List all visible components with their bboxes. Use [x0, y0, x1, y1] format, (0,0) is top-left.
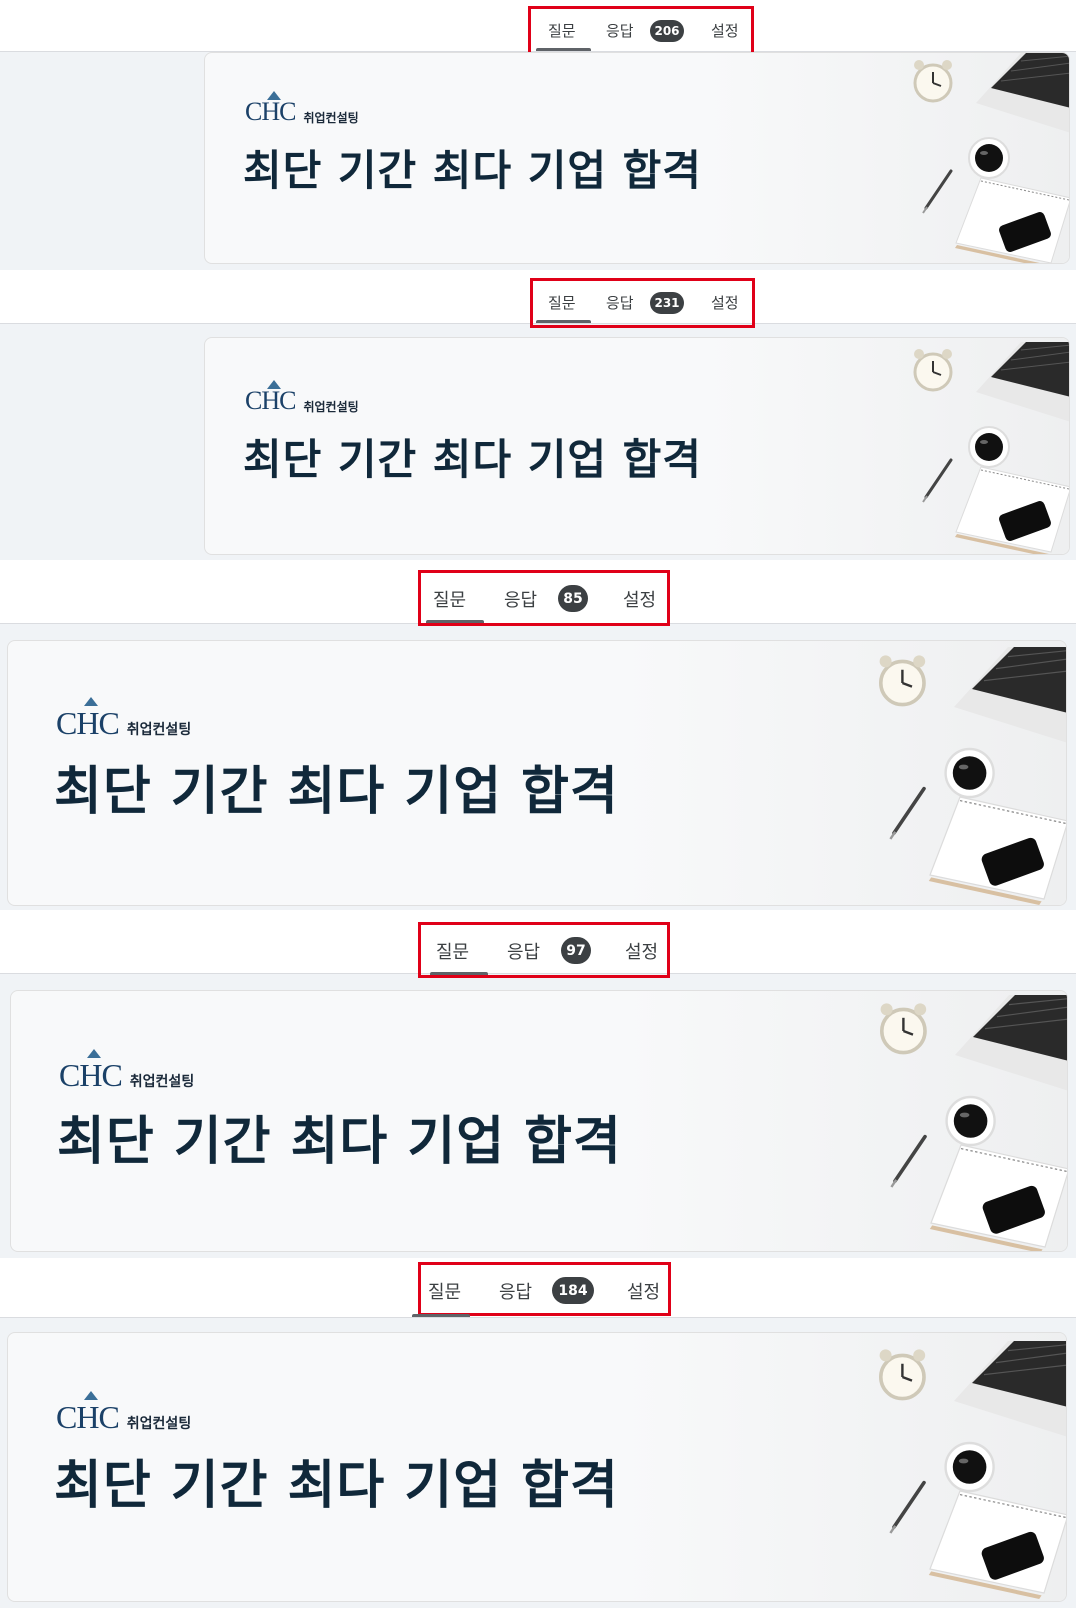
form-panel-5: 질문 응답 184 설정 CHC 취업컨설팅 최단 기간 최다 기업 합격 — [0, 1258, 1076, 1608]
response-count-badge: 206 — [650, 20, 684, 42]
tab-active-indicator — [536, 48, 591, 51]
logo-roof-icon — [83, 1390, 98, 1400]
tab-questions[interactable]: 질문 — [433, 586, 466, 612]
tab-settings[interactable]: 설정 — [711, 292, 739, 313]
response-count-badge: 184 — [552, 1277, 594, 1304]
form-panel-1: 질문 응답 206 설정 CHC 취업컨설팅 최단 기간 최다 기업 합격 — [0, 0, 1076, 270]
form-panel-3: 질문 응답 85 설정 CHC 취업컨설팅 최단 기간 최다 기업 합격 — [0, 560, 1076, 910]
chc-logo-text: CHC — [59, 1048, 123, 1091]
chc-logo-text: CHC — [245, 90, 296, 125]
header-banner: CHC 취업컨설팅 최단 기간 최다 기업 합격 — [10, 990, 1068, 1252]
response-count-badge: 231 — [650, 292, 684, 314]
chc-logo-text: CHC — [56, 1390, 120, 1433]
alarm-clock-icon — [913, 349, 953, 392]
logo-subtitle: 취업컨설팅 — [303, 399, 359, 414]
banner-headline: 최단 기간 최다 기업 합격 — [243, 146, 702, 195]
logo-subtitle: 취업컨설팅 — [126, 1416, 192, 1433]
pen-icon — [922, 458, 953, 503]
tab-active-indicator — [426, 620, 484, 623]
header-banner: CHC 취업컨설팅 최단 기간 최다 기업 합격 — [204, 52, 1070, 264]
tab-questions[interactable]: 질문 — [548, 20, 576, 41]
laptop-icon — [955, 995, 1067, 1091]
desk-items-illustration — [879, 1341, 1066, 1599]
tab-responses[interactable]: 응답 — [606, 292, 634, 313]
form-panel-2: 질문 응답 231 설정 CHC 취업컨설팅 최단 기간 최다 기업 합격 — [0, 270, 1076, 560]
coffee-cup-icon — [944, 747, 995, 799]
notebook-icon — [955, 466, 1069, 554]
header-banner: CHC 취업컨설팅 최단 기간 최다 기업 합격 — [204, 337, 1070, 555]
tab-questions[interactable]: 질문 — [428, 1278, 461, 1304]
desk-items-illustration — [913, 53, 1069, 263]
logo-subtitle: 취업컨설팅 — [129, 1074, 195, 1091]
coffee-cup-icon — [968, 137, 1010, 179]
chc-logo: CHC 취업컨설팅 — [56, 696, 192, 739]
laptop-icon — [976, 342, 1069, 422]
desk-items-illustration — [913, 342, 1069, 554]
tab-settings[interactable]: 설정 — [623, 586, 656, 612]
tab-responses[interactable]: 응답 — [606, 20, 634, 41]
laptop-icon — [954, 647, 1066, 743]
tab-settings[interactable]: 설정 — [625, 938, 658, 964]
response-count-badge: 97 — [561, 937, 591, 964]
header-banner: CHC 취업컨설팅 최단 기간 최다 기업 합격 — [7, 640, 1067, 906]
tab-responses[interactable]: 응답 — [499, 1278, 532, 1304]
tab-active-indicator — [430, 972, 488, 975]
chc-logo-text: CHC — [56, 696, 120, 739]
banner-headline: 최단 기간 최다 기업 합격 — [54, 1456, 619, 1516]
chc-logo-text: CHC — [245, 379, 296, 414]
chc-logo: CHC 취업컨설팅 — [245, 90, 359, 125]
laptop-icon — [954, 1341, 1066, 1437]
chc-logo: CHC 취업컨설팅 — [56, 1390, 192, 1433]
tab-active-indicator — [412, 1314, 470, 1317]
banner-headline: 최단 기간 최다 기업 합격 — [54, 762, 619, 822]
tab-active-indicator — [536, 320, 591, 323]
tab-responses[interactable]: 응답 — [504, 586, 537, 612]
desk-items-illustration — [880, 995, 1067, 1251]
tab-responses[interactable]: 응답 — [507, 938, 540, 964]
response-count-badge: 85 — [558, 585, 588, 612]
coffee-cup-icon — [945, 1095, 996, 1147]
logo-roof-icon — [267, 90, 282, 100]
tab-questions[interactable]: 질문 — [548, 292, 576, 313]
coffee-cup-icon — [944, 1441, 995, 1493]
alarm-clock-icon — [879, 655, 926, 707]
pen-icon — [922, 169, 953, 214]
desk-items-illustration — [879, 647, 1066, 905]
logo-roof-icon — [83, 696, 98, 706]
pen-icon — [890, 1134, 927, 1188]
logo-subtitle: 취업컨설팅 — [126, 722, 192, 739]
logo-roof-icon — [267, 379, 282, 389]
coffee-cup-icon — [968, 426, 1010, 468]
tab-settings[interactable]: 설정 — [627, 1278, 660, 1304]
alarm-clock-icon — [880, 1003, 927, 1055]
chc-logo: CHC 취업컨설팅 — [59, 1048, 195, 1091]
banner-headline: 최단 기간 최다 기업 합격 — [243, 435, 702, 484]
header-banner: CHC 취업컨설팅 최단 기간 최다 기업 합격 — [7, 1332, 1067, 1602]
logo-subtitle: 취업컨설팅 — [303, 110, 359, 125]
alarm-clock-icon — [879, 1349, 926, 1401]
tab-settings[interactable]: 설정 — [711, 20, 739, 41]
tab-questions[interactable]: 질문 — [436, 938, 469, 964]
laptop-icon — [976, 53, 1069, 133]
form-panel-4: 질문 응답 97 설정 CHC 취업컨설팅 최단 기간 최다 기업 합격 — [0, 910, 1076, 1258]
banner-headline: 최단 기간 최다 기업 합격 — [57, 1112, 622, 1172]
alarm-clock-icon — [913, 60, 953, 103]
logo-roof-icon — [86, 1048, 101, 1058]
pen-icon — [889, 1480, 926, 1534]
pen-icon — [889, 786, 926, 840]
chc-logo: CHC 취업컨설팅 — [245, 379, 359, 414]
